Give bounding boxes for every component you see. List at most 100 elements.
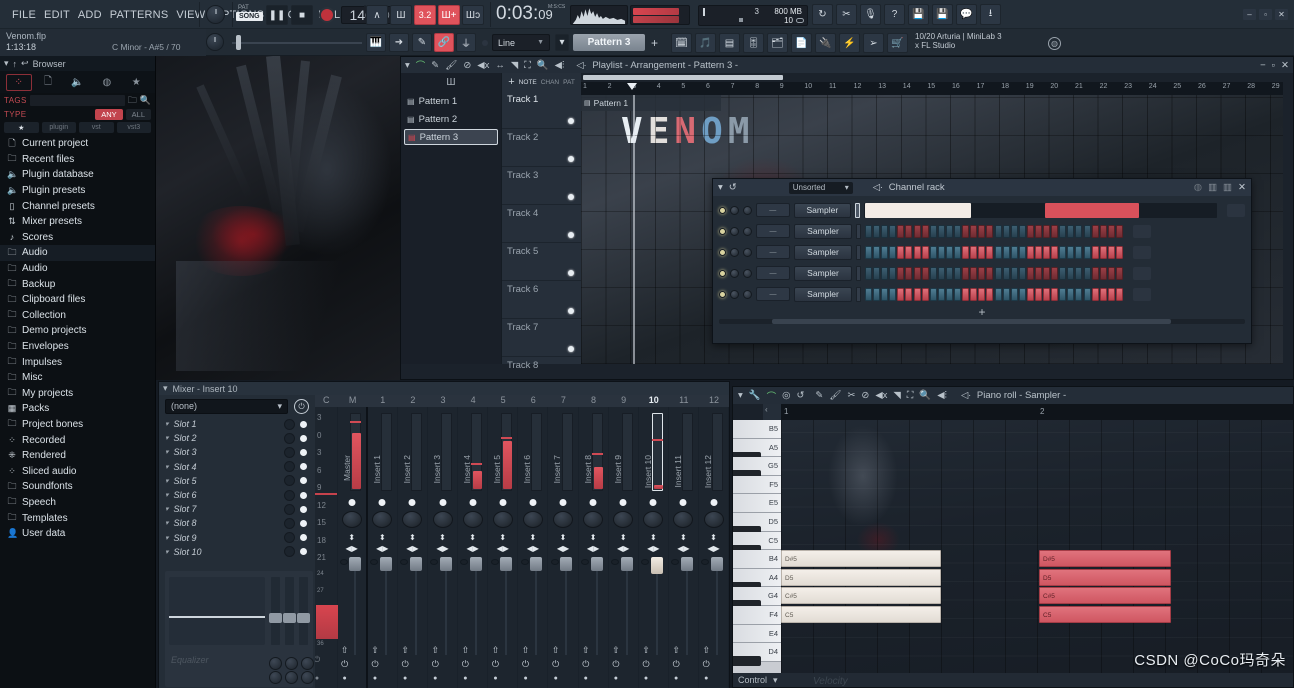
playlist-track-row[interactable]: Track 7 [502, 319, 581, 357]
browser-tab-globe-icon[interactable]: ◍ [94, 74, 120, 91]
step-cell[interactable] [913, 245, 921, 259]
step-cell[interactable] [1034, 266, 1042, 280]
chip-vst[interactable]: vst [79, 122, 114, 133]
mixer-mute-button[interactable] [339, 559, 348, 565]
mixer-strip[interactable]: Master ⬍ ◀▶ ⇧ ⏻ ● [338, 407, 368, 688]
step-sequencer[interactable] [865, 287, 1123, 301]
step-cell[interactable] [937, 266, 945, 280]
chevron-down-icon[interactable]: ▾ [165, 448, 169, 456]
menu-edit[interactable]: EDIT [44, 9, 70, 21]
step-cell[interactable] [970, 224, 978, 238]
browser-toggle-button[interactable]: 🗂 [767, 33, 788, 53]
pattern-add-button[interactable]: + [648, 34, 661, 51]
mixer-send-dot-icon[interactable]: ● [584, 675, 588, 682]
step-cell[interactable] [1067, 245, 1075, 259]
menu-file[interactable]: FILE [12, 9, 36, 21]
track-led[interactable] [568, 346, 574, 352]
plugin-picker-button[interactable]: 🔌 [815, 33, 836, 53]
step-cell[interactable] [1002, 245, 1010, 259]
pattern-item-2[interactable]: ▤ Pattern 2 [404, 111, 498, 127]
mixer-mute-button[interactable] [430, 559, 439, 565]
mixer-strip-led[interactable] [710, 499, 718, 506]
mixer-volume-fader-track[interactable] [354, 557, 357, 655]
mixer-track-headers[interactable]: C M 1 2 3 4 5 6 7 8 9 10 11 12 [315, 395, 729, 407]
piano-roll-grid[interactable]: D#5 D5 C#5 C5 D#5 D5 C#5 C5 [781, 420, 1293, 675]
playlist-track-row[interactable]: Track 4 [502, 205, 581, 243]
track-led[interactable] [568, 156, 574, 162]
eq-knob-1[interactable] [269, 657, 282, 670]
piano-roll-note[interactable]: C#5 [781, 587, 941, 605]
mixer-mute-button[interactable] [550, 559, 559, 565]
mixer-send-dot-icon[interactable]: ● [403, 675, 407, 682]
browser-item-scores[interactable]: ♪ Scores [0, 230, 155, 246]
step-cell[interactable] [1034, 224, 1042, 238]
mixer-slot-row[interactable]: ▾ Slot 10 [159, 545, 315, 559]
pan-icon[interactable]: ◀▶ [527, 544, 539, 553]
channel-mute-led[interactable] [719, 206, 726, 214]
mixer-volume-fader-handle[interactable] [620, 557, 633, 571]
mixer-strip[interactable]: Insert 9 ⬍ ◀▶ ⇧ ⏻ ● [609, 407, 639, 688]
mixer-volume-fader-track[interactable] [716, 557, 719, 655]
step-cell[interactable] [937, 245, 945, 259]
step-cell[interactable] [1107, 224, 1115, 238]
step-cell[interactable] [889, 287, 897, 301]
piano-key-E4[interactable]: E4 [733, 624, 781, 644]
browser-item-backup[interactable]: 🗀 Backup [0, 276, 155, 292]
step-cell[interactable] [1059, 266, 1067, 280]
step-cell[interactable] [945, 224, 953, 238]
mixer-track-header[interactable]: 8 [578, 395, 608, 407]
step-cell[interactable] [1091, 266, 1099, 280]
plugin-slot-selector[interactable]: (none) ▾ [165, 398, 288, 414]
stereo-separation-icon[interactable]: ⬍ [710, 533, 717, 542]
step-cell[interactable] [994, 266, 1002, 280]
scroll-left-icon[interactable]: ‹ [765, 405, 768, 414]
mixer-pan-knob[interactable] [432, 511, 453, 528]
chevron-down-icon[interactable]: ▾ [165, 548, 169, 556]
browser-item-sliced-audio[interactable]: ⁘ Sliced audio [0, 463, 155, 479]
long-note-white[interactable] [865, 202, 972, 218]
step-cell[interactable] [905, 266, 913, 280]
step-cell[interactable] [889, 245, 897, 259]
tags-input[interactable] [29, 95, 125, 106]
step-cell[interactable] [1018, 287, 1026, 301]
mixer-send-dot-icon[interactable]: ● [463, 675, 467, 682]
mixer-volume-fader-handle[interactable] [560, 557, 573, 571]
browser-item-user-data[interactable]: 👤 User data [0, 526, 155, 542]
piano-roll-note[interactable]: C5 [1039, 605, 1171, 623]
step-cell[interactable] [897, 287, 905, 301]
mixer-strip-led[interactable] [619, 499, 627, 506]
mixer-strip-led[interactable] [499, 499, 507, 506]
browser-item-collection[interactable]: 🗀 Collection [0, 308, 155, 324]
step-cell[interactable] [921, 224, 929, 238]
step-cell[interactable] [905, 245, 913, 259]
step-cell[interactable] [945, 287, 953, 301]
playlist-ruler[interactable]: 1 2 3 4 5 6 7 8 9 10 11 12 13 14 15 16 17 18 19 20 21 22 23 24 2… [581, 73, 1283, 95]
stereo-separation-icon[interactable]: ⬍ [530, 533, 537, 542]
secondary-knob[interactable] [206, 33, 224, 51]
step-cell[interactable] [1059, 287, 1067, 301]
mixer-slot-led[interactable] [300, 448, 307, 456]
step-cell[interactable] [986, 224, 994, 238]
mute-tool-icon[interactable]: ⊘ [861, 390, 869, 401]
mixer-slot-knob[interactable] [284, 489, 295, 501]
chevron-down-icon[interactable]: ▾ [4, 58, 9, 69]
mixer-strip[interactable]: Insert 4 ⬍ ◀▶ ⇧ ⏻ ● [458, 407, 489, 688]
mixer-slot-led[interactable] [300, 548, 307, 556]
step-cell[interactable] [978, 245, 986, 259]
mixer-pan-knob[interactable] [522, 511, 543, 528]
browser-item-recent-files[interactable]: 🗀 Recent files [0, 152, 155, 168]
playback-icon[interactable]: ◀⫶ [555, 60, 565, 71]
piano-key-B4[interactable]: B4 [733, 550, 781, 569]
mixer-strip[interactable]: Insert 11 ⬍ ◀▶ ⇧ ⏻ ● [669, 407, 699, 688]
step-cell[interactable] [1067, 266, 1075, 280]
pan-icon[interactable]: ◀▶ [587, 544, 599, 553]
mixer-pan-knob[interactable] [492, 511, 513, 528]
step-cell[interactable] [986, 245, 994, 259]
select-icon[interactable]: ◥ [511, 60, 518, 71]
piano-key-F5[interactable]: F5 [733, 475, 781, 495]
mixer-mute-button[interactable] [671, 559, 680, 565]
step-cell[interactable] [929, 245, 937, 259]
mixer-slot-knob[interactable] [284, 461, 295, 473]
step-cell[interactable] [1115, 245, 1123, 259]
mixer-route-arrow-icon[interactable]: ⇧ [552, 645, 560, 656]
